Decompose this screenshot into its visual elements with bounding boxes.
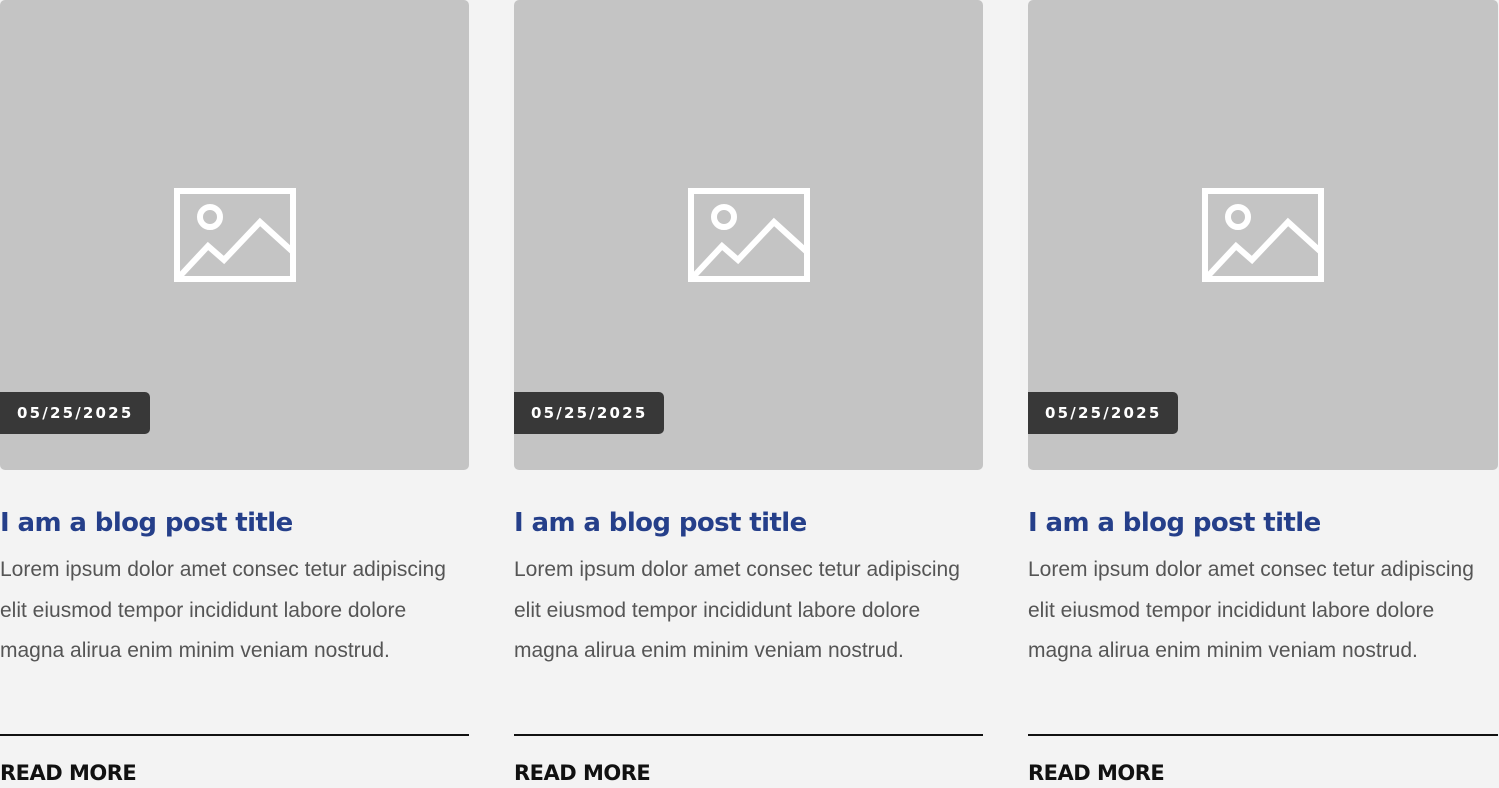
post-date-badge: 05/25/2025 bbox=[0, 392, 151, 434]
image-placeholder-icon bbox=[173, 188, 296, 282]
read-more-link[interactable]: READ MORE bbox=[0, 758, 137, 788]
read-more-link[interactable]: READ MORE bbox=[514, 758, 651, 788]
post-image[interactable]: 05/25/2025 bbox=[1028, 0, 1498, 470]
image-placeholder-icon bbox=[687, 188, 810, 282]
post-excerpt: Lorem ipsum dolor amet consec tetur adip… bbox=[514, 558, 960, 662]
blog-post-grid: 05/25/2025 I am a blog post title Lorem … bbox=[0, 0, 1499, 785]
read-more-link[interactable]: READ MORE bbox=[1028, 758, 1165, 788]
post-date-badge: 05/25/2025 bbox=[1028, 392, 1179, 434]
blog-post-card: 05/25/2025 I am a blog post title Lorem … bbox=[1028, 0, 1498, 785]
post-image[interactable]: 05/25/2025 bbox=[514, 0, 983, 470]
post-title[interactable]: I am a blog post title bbox=[1028, 506, 1498, 540]
post-title[interactable]: I am a blog post title bbox=[514, 506, 983, 540]
card-divider bbox=[0, 734, 469, 736]
post-title[interactable]: I am a blog post title bbox=[0, 506, 469, 540]
post-image[interactable]: 05/25/2025 bbox=[0, 0, 469, 470]
card-divider bbox=[1028, 734, 1498, 736]
image-placeholder-icon bbox=[1202, 188, 1324, 282]
post-date-badge: 05/25/2025 bbox=[514, 392, 665, 434]
post-excerpt: Lorem ipsum dolor amet consec tetur adip… bbox=[1028, 558, 1474, 662]
blog-post-card: 05/25/2025 I am a blog post title Lorem … bbox=[514, 0, 983, 785]
blog-post-card: 05/25/2025 I am a blog post title Lorem … bbox=[0, 0, 469, 785]
card-divider bbox=[514, 734, 983, 736]
post-excerpt: Lorem ipsum dolor amet consec tetur adip… bbox=[0, 558, 446, 662]
